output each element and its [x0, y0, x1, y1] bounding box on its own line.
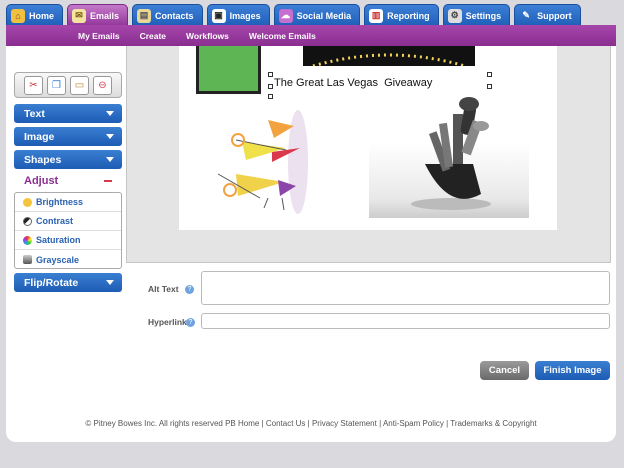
- section-label: Text: [24, 107, 45, 120]
- tab-label: Support: [537, 10, 572, 21]
- adjust-grayscale[interactable]: Grayscale: [15, 250, 121, 269]
- cancel-button[interactable]: Cancel: [480, 361, 529, 380]
- tab-label: Emails: [90, 10, 120, 21]
- reporting-icon: ▥: [369, 8, 384, 23]
- tab-label: Reporting: [387, 10, 430, 21]
- hyperlink-field[interactable]: [201, 313, 610, 329]
- paste-icon[interactable]: ▭: [70, 75, 89, 95]
- edit-toolbar: ✂ ❐ ▭ ⊖: [14, 72, 122, 98]
- resize-handle[interactable]: [268, 94, 273, 99]
- footer-links[interactable]: © Pitney Bowes Inc. All rights reserved …: [6, 419, 616, 428]
- golf-bag-illustration: [411, 97, 491, 210]
- tab-social-media[interactable]: ☁ Social Media: [273, 4, 361, 26]
- adjust-brightness[interactable]: Brightness: [15, 193, 121, 212]
- adjust-list: Brightness Contrast Saturation Grayscale: [14, 192, 122, 269]
- tab-label: Settings: [465, 10, 502, 21]
- main-tabs: ⌂ Home ✉ Emails ▤ Contacts ▣ Images ☁ So…: [6, 4, 585, 26]
- copy-icon[interactable]: ❐: [47, 75, 66, 95]
- tab-support[interactable]: ✎ Support: [514, 4, 581, 26]
- grayscale-icon: [23, 255, 32, 264]
- section-label: Image: [24, 130, 55, 143]
- wrench-icon: ✎: [522, 10, 530, 20]
- cocktail-illustration[interactable]: [212, 110, 312, 216]
- section-image[interactable]: Image: [14, 127, 122, 146]
- resize-handle[interactable]: [268, 72, 273, 77]
- tab-label: Home: [29, 10, 55, 21]
- adjust-item-label: Grayscale: [36, 254, 80, 265]
- tab-images[interactable]: ▣ Images: [206, 4, 270, 26]
- tab-contacts[interactable]: ▤ Contacts: [132, 4, 203, 26]
- tab-label: Social Media: [296, 10, 352, 21]
- section-label: Adjust: [24, 175, 59, 187]
- gear-icon: ⚙: [447, 8, 462, 23]
- contacts-icon: ▤: [137, 8, 152, 23]
- green-image-block[interactable]: [196, 46, 261, 94]
- tab-reporting[interactable]: ▥ Reporting: [364, 4, 439, 26]
- image-caption[interactable]: The Great Las Vegas Giveaway: [274, 77, 432, 89]
- subnav-create[interactable]: Create: [140, 31, 166, 41]
- subnav-my-emails[interactable]: My Emails: [78, 31, 120, 41]
- color-wheel-icon: [23, 235, 32, 245]
- subnav-welcome-emails[interactable]: Welcome Emails: [249, 31, 316, 41]
- resize-handle[interactable]: [487, 72, 492, 77]
- alt-text-label: Alt Text: [148, 284, 179, 294]
- chevron-down-icon: [106, 111, 114, 116]
- chevron-down-icon: [106, 280, 114, 285]
- tab-settings[interactable]: ⚙ Settings: [442, 4, 511, 26]
- contrast-icon: [23, 216, 32, 226]
- adjust-item-label: Saturation: [36, 235, 81, 245]
- resize-handle[interactable]: [268, 84, 273, 89]
- section-flip-rotate[interactable]: Flip/Rotate: [14, 273, 122, 292]
- finish-image-button[interactable]: Finish Image: [535, 361, 610, 380]
- cut-icon[interactable]: ✂: [24, 75, 43, 95]
- help-icon[interactable]: ?: [185, 285, 194, 294]
- envelope-icon: ✉: [72, 8, 87, 23]
- adjust-item-label: Contrast: [36, 216, 74, 226]
- section-label: Flip/Rotate: [24, 276, 79, 289]
- subnav-workflows[interactable]: Workflows: [186, 31, 229, 41]
- tab-label: Contacts: [155, 10, 194, 21]
- social-icon: ☁: [278, 8, 293, 23]
- hyperlink-label: Hyperlink: [148, 317, 187, 327]
- section-text[interactable]: Text: [14, 104, 122, 123]
- bulb-icon: [23, 197, 32, 207]
- adjust-item-label: Brightness: [36, 197, 84, 207]
- marquee-image[interactable]: [303, 46, 475, 68]
- delete-icon[interactable]: ⊖: [93, 75, 112, 95]
- house-icon: ⌂: [11, 8, 25, 23]
- tab-home[interactable]: ⌂ Home: [6, 4, 64, 26]
- chevron-down-icon: [106, 134, 114, 139]
- section-shapes[interactable]: Shapes: [14, 150, 122, 169]
- section-adjust[interactable]: Adjust: [14, 171, 122, 191]
- collapse-icon: [104, 180, 112, 182]
- chevron-down-icon: [106, 157, 114, 162]
- alt-text-field[interactable]: [201, 271, 610, 305]
- resize-handle[interactable]: [487, 84, 492, 89]
- sub-navigation: My Emails Create Workflows Welcome Email…: [6, 25, 616, 46]
- tab-emails[interactable]: ✉ Emails: [67, 4, 129, 26]
- tab-label: Images: [229, 10, 261, 21]
- section-label: Shapes: [24, 153, 62, 166]
- golf-image[interactable]: [369, 94, 529, 218]
- adjust-contrast[interactable]: Contrast: [15, 212, 121, 231]
- help-icon[interactable]: ?: [186, 318, 195, 327]
- marquee-lights: [312, 53, 466, 68]
- images-icon: ▣: [211, 8, 226, 23]
- adjust-saturation[interactable]: Saturation: [15, 231, 121, 250]
